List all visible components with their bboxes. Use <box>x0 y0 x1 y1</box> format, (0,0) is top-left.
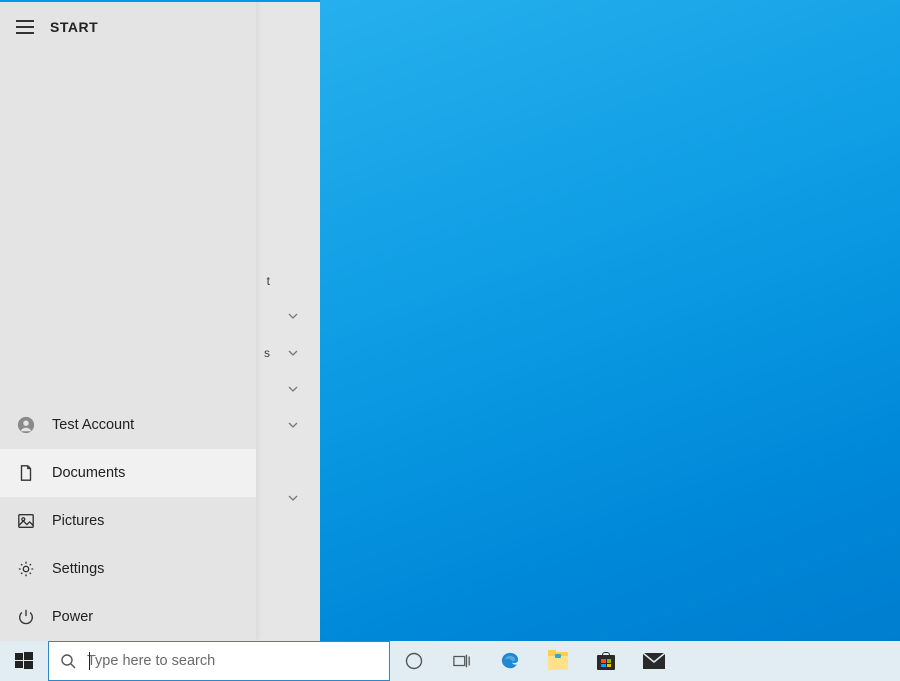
microsoft-store-icon <box>597 652 615 670</box>
sidebar-item-label: Test Account <box>52 417 134 433</box>
sidebar-item-account[interactable]: Test Account <box>0 401 256 449</box>
sidebar-item-settings[interactable]: Settings <box>0 545 256 593</box>
chevron-down-icon[interactable] <box>286 309 300 323</box>
sidebar-spacer <box>0 52 256 401</box>
taskbar <box>0 641 900 681</box>
start-menu-right-column: t s <box>255 2 320 641</box>
mail-icon <box>643 653 665 669</box>
cortana-button[interactable] <box>390 641 438 681</box>
task-view-icon <box>453 652 471 670</box>
sidebar-item-documents[interactable]: Documents <box>0 449 256 497</box>
sidebar-item-power[interactable]: Power <box>0 593 256 641</box>
hamburger-icon[interactable] <box>16 20 34 34</box>
sidebar-title: START <box>50 19 98 35</box>
edge-icon <box>501 652 519 670</box>
taskbar-app-edge[interactable] <box>486 641 534 681</box>
sidebar-item-label: Power <box>52 609 93 625</box>
search-icon <box>49 653 87 669</box>
chevron-down-icon[interactable] <box>286 382 300 396</box>
sidebar-item-label: Pictures <box>52 513 104 529</box>
sidebar-item-pictures[interactable]: Pictures <box>0 497 256 545</box>
user-icon <box>16 415 36 435</box>
chevron-down-icon[interactable] <box>286 418 300 432</box>
windows-logo-icon <box>15 652 33 670</box>
document-icon <box>16 463 36 483</box>
start-button[interactable] <box>0 641 48 681</box>
chevron-down-icon[interactable] <box>286 491 300 505</box>
cortana-icon <box>405 652 423 670</box>
taskbar-app-store[interactable] <box>582 641 630 681</box>
sidebar-header: START <box>0 2 256 52</box>
text-caret <box>89 652 90 670</box>
sidebar-item-label: Settings <box>52 561 104 577</box>
taskbar-search[interactable] <box>48 641 390 681</box>
power-icon <box>16 607 36 627</box>
file-explorer-icon <box>548 652 568 670</box>
task-view-button[interactable] <box>438 641 486 681</box>
taskbar-app-file-explorer[interactable] <box>534 641 582 681</box>
search-input[interactable] <box>87 642 389 680</box>
gear-icon <box>16 559 36 579</box>
start-sidebar: START Test Account Documents Pictures Se… <box>0 0 256 641</box>
sidebar-item-label: Documents <box>52 465 125 481</box>
chevron-down-icon[interactable] <box>286 346 300 360</box>
pictures-icon <box>16 511 36 531</box>
taskbar-app-mail[interactable] <box>630 641 678 681</box>
